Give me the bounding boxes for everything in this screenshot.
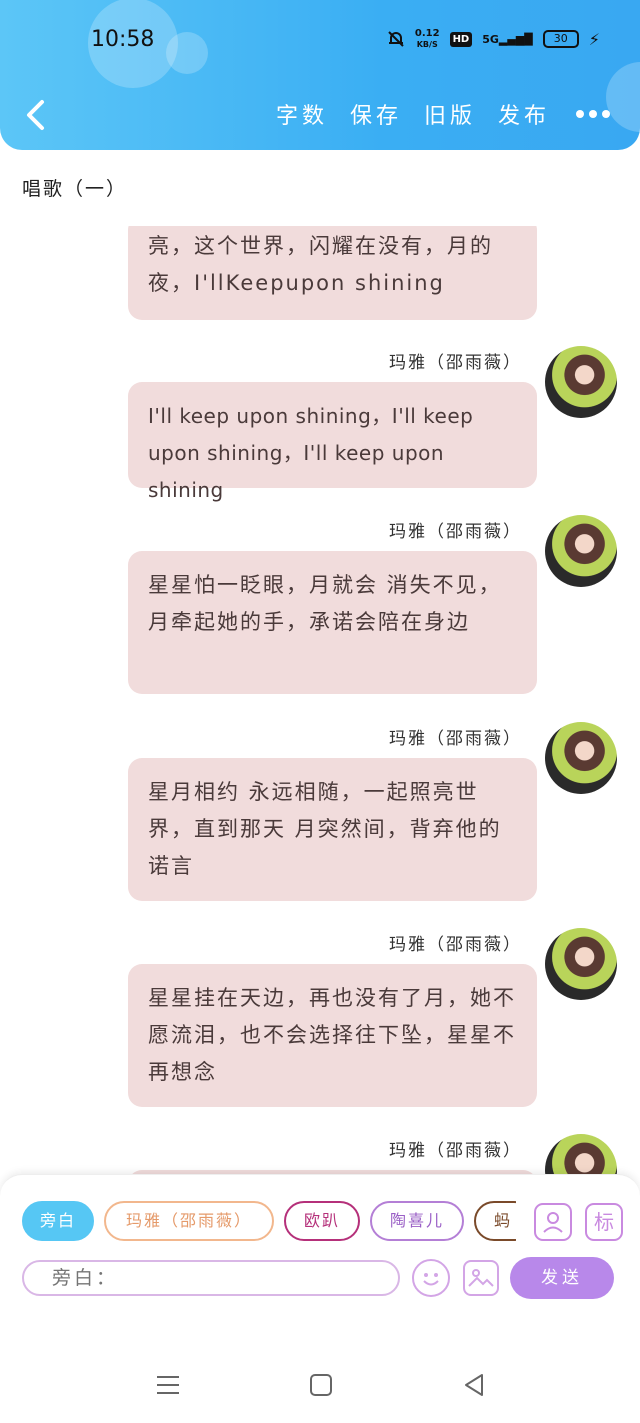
chevron-left-icon [27, 100, 44, 130]
status-time: 10:58 [91, 27, 155, 52]
role-chips: 旁白 玛雅（邵雨薇） 欧趴 陶喜儿蚂 [22, 1201, 516, 1245]
hd-badge: HD [449, 31, 473, 47]
emoji-button[interactable] [412, 1259, 450, 1297]
avatar[interactable] [545, 1134, 617, 1174]
word-count-button[interactable]: 字数 [276, 98, 328, 130]
header-toolbar: 字数 保存 旧版 发布 [276, 98, 610, 130]
system-nav-bar [0, 1346, 640, 1423]
role-chip-maya[interactable]: 玛雅（邵雨薇） [104, 1201, 274, 1241]
message-text: 星星挂在天边，再也没有了月，她不愿流泪，也不会选择往下坠，星星不再想念 [148, 986, 516, 1084]
avatar[interactable] [545, 346, 617, 418]
message-text: 亮，这个世界，闪耀在没有，月的夜，I'llKeepupon shining [148, 234, 493, 295]
role-chip-taoxier[interactable]: 陶喜儿 [370, 1201, 464, 1241]
person-card-icon [543, 1212, 563, 1233]
signal-icon: 5G▂▄▆█ [482, 32, 533, 46]
app-header: 10:58 0.12 KB/S HD 5G▂▄▆█ 30 ⚡ 字数 保存 旧版 … [0, 0, 640, 150]
tag-button[interactable]: 标 [585, 1203, 623, 1241]
status-bar: 10:58 0.12 KB/S HD 5G▂▄▆█ 30 ⚡ [0, 0, 640, 80]
speaker-name: 玛雅（邵雨薇） [389, 729, 522, 749]
send-button[interactable]: 发送 [510, 1257, 614, 1299]
message-bubble[interactable]: 星星怕一眨眼，月就会 消失不见，月牵起她的手，承诺会陪在身边 [128, 551, 537, 694]
message-bubble[interactable]: 星月相约 永远相随，一起照亮世界，直到那天 月突然间，背弃他的诺言 [128, 758, 537, 901]
speaker-name: 玛雅（邵雨薇） [389, 353, 522, 373]
more-options-icon[interactable] [576, 110, 610, 118]
smile-icon [423, 1273, 439, 1286]
back-button[interactable] [22, 98, 50, 132]
message-text: 星月相约 永远相随，一起照亮世界，直到那天 月突然间，背弃他的诺言 [148, 780, 502, 878]
save-button[interactable]: 保存 [350, 98, 402, 130]
mute-bell-icon [388, 31, 404, 47]
image-button[interactable] [463, 1260, 499, 1296]
role-manage-button[interactable] [534, 1203, 572, 1241]
home-icon[interactable] [308, 1372, 334, 1398]
net-speed: 0.12 KB/S [414, 28, 440, 49]
role-chip-narration[interactable]: 旁白 [22, 1201, 94, 1241]
role-chip-oupa[interactable]: 欧趴 [284, 1201, 360, 1241]
speaker-name: 玛雅（邵雨薇） [389, 1141, 522, 1161]
publish-button[interactable]: 发布 [498, 98, 550, 130]
page-title: 唱歌（一） [22, 178, 128, 200]
chat-list: 亮，这个世界，闪耀在没有，月的夜，I'llKeepupon shining 玛雅… [0, 226, 640, 1174]
message-bubble[interactable]: 星星挂在天边，再也没有了月，她不愿流泪，也不会选择往下坠，星星不再想念 [128, 964, 537, 1107]
message-text: I'll keep upon shining，I'll keep upon sh… [148, 404, 474, 502]
battery-icon: 30 [542, 30, 579, 48]
message-bubble[interactable]: I'll keep upon shining，I'll keep upon sh… [128, 382, 537, 502]
charging-icon: ⚡ [588, 29, 600, 49]
old-version-button[interactable]: 旧版 [424, 98, 476, 130]
menu-icon[interactable] [155, 1372, 181, 1398]
role-chip-more[interactable]: 蚂 [474, 1201, 516, 1241]
avatar[interactable] [545, 722, 617, 794]
status-icons: 0.12 KB/S HD 5G▂▄▆█ 30 ⚡ [387, 28, 600, 50]
avatar[interactable] [545, 928, 617, 1000]
back-triangle-icon[interactable] [461, 1372, 487, 1398]
message-bubble[interactable]: 亮，这个世界，闪耀在没有，月的夜，I'llKeepupon shining [128, 226, 537, 320]
input-panel: 旁白玛雅（邵雨薇）欧趴陶喜儿蚂 标 发送 [0, 1174, 640, 1346]
speaker-name: 玛雅（邵雨薇） [389, 522, 522, 542]
message-text: 星星怕一眨眼，月就会 消失不见，月牵起她的手，承诺会陪在身边 [148, 573, 502, 634]
speaker-name: 玛雅（邵雨薇） [389, 935, 522, 955]
avatar[interactable] [545, 515, 617, 587]
message-input[interactable] [22, 1260, 400, 1296]
image-icon [468, 1269, 494, 1287]
